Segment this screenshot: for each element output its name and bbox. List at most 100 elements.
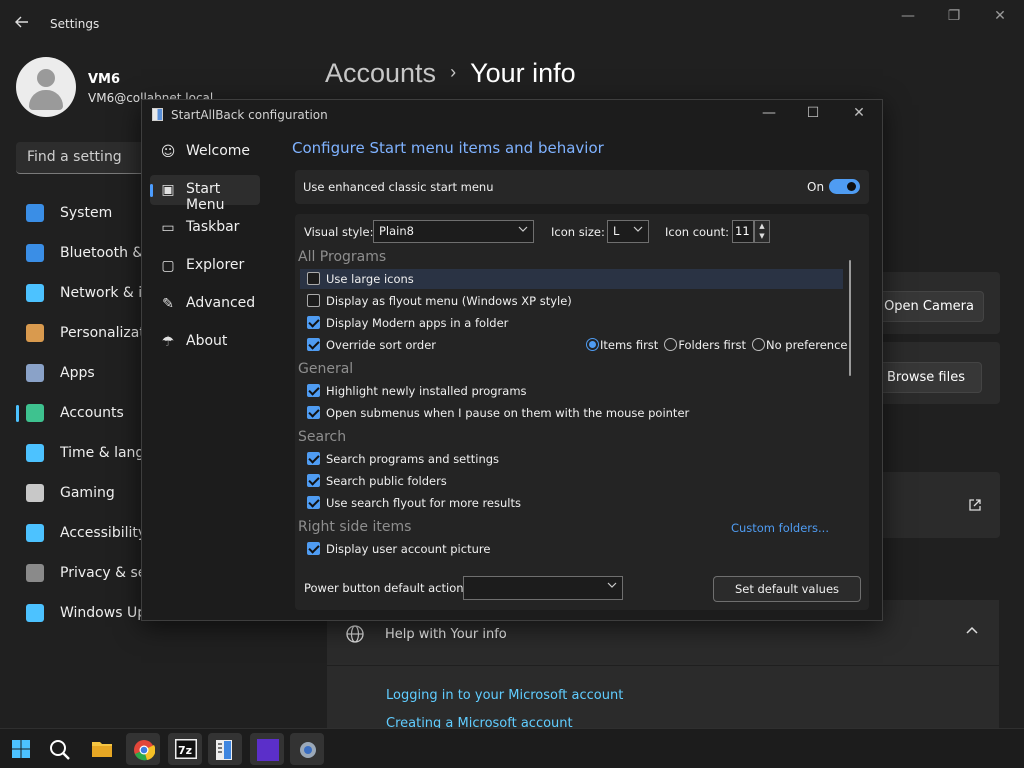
7zip-icon[interactable]: 7z bbox=[168, 733, 202, 765]
enhanced-menu-label: Use enhanced classic start menu bbox=[303, 180, 494, 194]
option-row[interactable]: Highlight newly installed programs bbox=[300, 381, 843, 401]
section-right-side-items: Right side items bbox=[298, 519, 412, 535]
set-default-values-button[interactable]: Set default values bbox=[713, 576, 861, 602]
avatar bbox=[16, 57, 76, 117]
start-menu-icon: ▣ bbox=[161, 182, 175, 198]
windows-start-icon[interactable] bbox=[4, 733, 38, 765]
option-row[interactable]: Search public folders bbox=[300, 471, 843, 491]
maximize-icon[interactable]: ❐ bbox=[942, 8, 966, 28]
purple-app-icon[interactable] bbox=[250, 733, 284, 765]
radio-button[interactable] bbox=[586, 338, 599, 351]
user-name: VM6 bbox=[88, 72, 121, 87]
option-row[interactable]: Use large icons bbox=[300, 269, 843, 289]
settings-titlebar: Settings — ❐ ✕ bbox=[0, 0, 1024, 48]
close-icon[interactable]: ✕ bbox=[988, 8, 1012, 28]
options-scrollbar[interactable] bbox=[845, 246, 855, 562]
visual-style-label: Visual style: bbox=[304, 225, 374, 239]
power-button-select[interactable] bbox=[463, 576, 623, 600]
option-row[interactable]: Display as flyout menu (Windows XP style… bbox=[300, 291, 843, 311]
clock-globe-icon bbox=[26, 444, 44, 462]
dialog-nav-welcome[interactable]: ☺ Welcome bbox=[150, 137, 260, 167]
chevron-down-icon bbox=[607, 580, 617, 593]
sort-option-items-first[interactable]: Items first bbox=[586, 338, 658, 352]
option-row[interactable]: Display Modern apps in a folder bbox=[300, 313, 843, 333]
visual-style-select[interactable]: Plain8 bbox=[373, 220, 534, 243]
dialog-minimize-icon[interactable]: — bbox=[754, 105, 784, 125]
browse-files-button[interactable]: Browse files bbox=[870, 362, 982, 393]
radio-button[interactable] bbox=[751, 338, 765, 351]
dialog-close-icon[interactable]: ✕ bbox=[844, 105, 874, 125]
taskbar: 7z bbox=[0, 728, 1024, 768]
section-search: Search bbox=[298, 429, 347, 445]
sort-option-folders-first[interactable]: Folders first bbox=[664, 338, 746, 352]
minimize-icon[interactable]: — bbox=[896, 8, 920, 28]
option-checkbox[interactable] bbox=[307, 272, 320, 285]
chrome-icon[interactable] bbox=[126, 733, 160, 765]
nav-active-indicator bbox=[150, 184, 153, 197]
option-checkbox[interactable] bbox=[307, 542, 320, 555]
option-checkbox[interactable] bbox=[307, 384, 320, 397]
sort-option-no-preference[interactable]: No preference bbox=[751, 338, 848, 352]
enhanced-menu-row: Use enhanced classic start menu On bbox=[295, 170, 869, 204]
bluetooth-icon bbox=[26, 244, 44, 262]
sidebar-item-label: Time & language bbox=[60, 445, 142, 461]
settings-title: Settings bbox=[50, 17, 100, 31]
chevron-up-icon[interactable] bbox=[965, 624, 979, 639]
option-checkbox[interactable] bbox=[307, 294, 320, 307]
option-row[interactable]: Search programs and settings bbox=[300, 449, 843, 469]
dialog-nav-label: About bbox=[186, 333, 228, 349]
option-checkbox[interactable] bbox=[307, 406, 320, 419]
options-list: All Programs General Search Right side i… bbox=[295, 248, 855, 564]
dialog-titlebar[interactable]: StartAllBack configuration — ☐ ✕ bbox=[142, 100, 882, 130]
option-row[interactable]: Display user account picture bbox=[300, 539, 843, 559]
enhanced-menu-state: On bbox=[807, 180, 825, 194]
option-label: Override sort order bbox=[326, 338, 436, 352]
dialog-maximize-icon[interactable]: ☐ bbox=[798, 105, 828, 125]
option-row[interactable]: Open submenus when I pause on them with … bbox=[300, 403, 843, 423]
sidebar-item-label: Accessibility bbox=[60, 525, 142, 541]
dialog-nav-advanced[interactable]: ✎ Advanced bbox=[150, 289, 260, 319]
search-icon[interactable] bbox=[42, 733, 76, 765]
spin-up-icon[interactable]: ▲ bbox=[755, 221, 769, 231]
accounts-link-card[interactable] bbox=[870, 472, 1000, 538]
spinner-buttons[interactable]: ▲ ▼ bbox=[754, 220, 770, 243]
option-label: Search public folders bbox=[326, 474, 447, 488]
custom-folders-link[interactable]: Custom folders... bbox=[731, 521, 829, 535]
option-checkbox[interactable] bbox=[307, 338, 320, 351]
breadcrumb-accounts[interactable]: Accounts bbox=[325, 58, 436, 88]
enhanced-menu-toggle[interactable] bbox=[829, 179, 860, 194]
file-explorer-icon[interactable] bbox=[84, 733, 118, 765]
settings-gear-icon[interactable] bbox=[290, 733, 324, 765]
section-general: General bbox=[298, 361, 354, 377]
spin-down-icon[interactable]: ▼ bbox=[755, 231, 769, 241]
startallback-icon[interactable] bbox=[208, 733, 242, 765]
taskbar-icon: ▭ bbox=[161, 220, 175, 236]
section-all-programs: All Programs bbox=[298, 249, 387, 265]
help-link-logging-in[interactable]: Logging in to your Microsoft account bbox=[386, 688, 623, 703]
startallback-app-icon bbox=[152, 108, 163, 121]
option-checkbox[interactable] bbox=[307, 474, 320, 487]
icon-count-value[interactable]: 11 bbox=[732, 220, 754, 243]
option-checkbox[interactable] bbox=[307, 496, 320, 509]
radio-label: No preference bbox=[765, 338, 848, 352]
option-row[interactable]: Use search flyout for more results bbox=[300, 493, 843, 513]
icon-size-select[interactable]: L bbox=[607, 220, 649, 243]
icon-count-spinner[interactable]: 11 ▲ ▼ bbox=[732, 220, 772, 243]
option-label: Use large icons bbox=[326, 272, 414, 286]
option-row[interactable]: Override sort order Items first Folders fi… bbox=[300, 335, 848, 355]
option-checkbox[interactable] bbox=[307, 452, 320, 465]
option-checkbox[interactable] bbox=[307, 316, 320, 329]
help-title: Help with Your info bbox=[385, 627, 507, 642]
open-camera-button[interactable]: Open Camera bbox=[874, 291, 984, 322]
dialog-nav-explorer[interactable]: ▢ Explorer bbox=[150, 251, 260, 281]
option-label: Open submenus when I pause on them with … bbox=[326, 406, 690, 420]
dialog-nav-label: Advanced bbox=[186, 295, 256, 311]
option-label: Search programs and settings bbox=[326, 452, 500, 466]
back-arrow-icon[interactable] bbox=[14, 14, 34, 34]
radio-button[interactable] bbox=[664, 338, 678, 351]
wifi-icon bbox=[26, 284, 44, 302]
dialog-nav-start-menu[interactable]: ▣ Start Menu bbox=[150, 175, 260, 213]
sidebar-item-label: Privacy & security bbox=[60, 565, 142, 581]
dialog-nav-taskbar[interactable]: ▭ Taskbar bbox=[150, 213, 260, 243]
dialog-nav-about[interactable]: ☂ About bbox=[150, 327, 260, 357]
